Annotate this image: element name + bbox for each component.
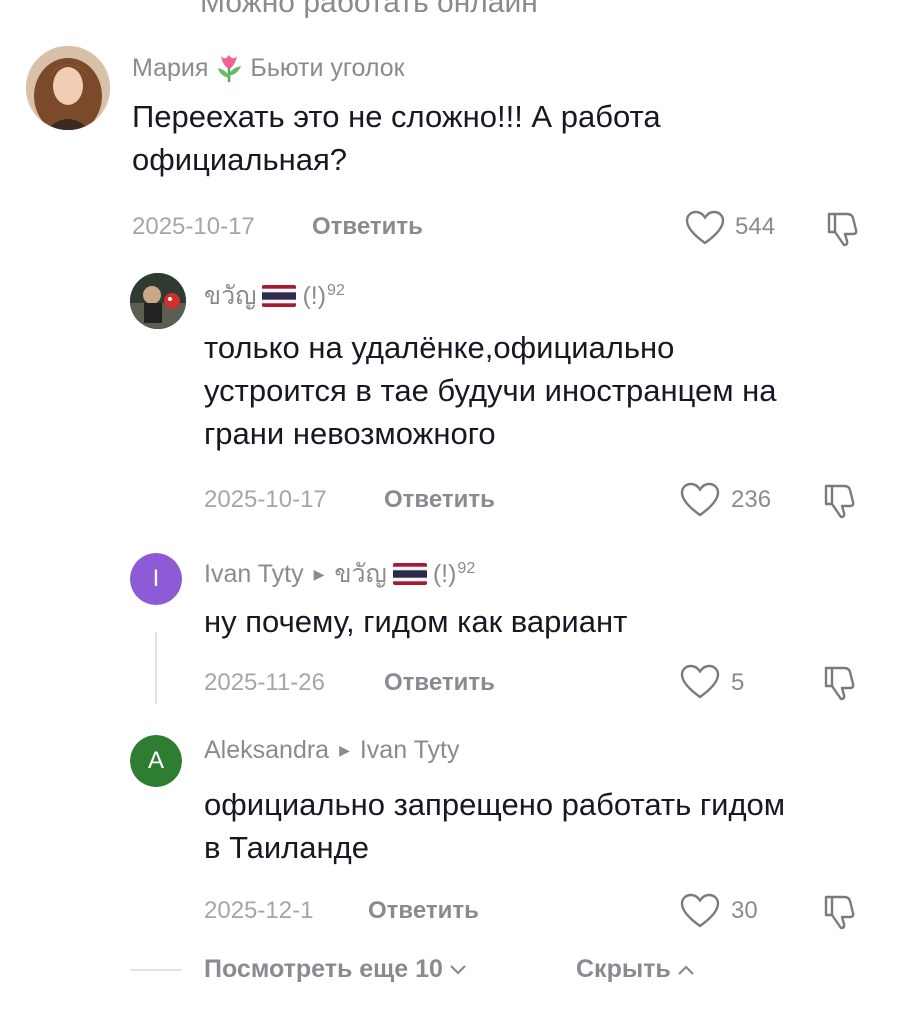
reply-to-username: ขวัญ [334,560,387,588]
tulip-icon [218,55,242,82]
dislike-icon[interactable] [822,891,860,931]
chevron-up-icon [678,964,694,975]
hide-label: Скрыть [576,955,671,983]
comment-username[interactable]: ขวัญ (!)92 [204,276,345,316]
reply-to-tail: (!)92 [433,560,475,589]
reply-arrow-icon: ▶ [313,565,325,582]
comment-date: 2025-11-26 [204,669,325,696]
hide-replies-button[interactable]: Скрыть [576,955,695,984]
avatar[interactable] [26,46,110,130]
comment-username[interactable]: Мария Бьюти уголок [132,52,405,84]
heart-icon[interactable] [685,210,725,246]
comment-text: ну почему, гидом как вариант [204,600,627,643]
comment-text-line: в Таиланде [204,830,369,865]
avatar-letter: I [130,553,182,605]
user-photo-icon [130,273,186,329]
comment-text-line: ну почему, гидом как вариант [204,604,628,639]
avatar[interactable]: A [130,735,182,787]
footer-divider [130,969,182,971]
avatar[interactable]: I [130,553,182,605]
reply-to-username: Ivan Tyty [359,736,460,764]
reply-to-tail-text: (!) [432,559,457,588]
heart-icon[interactable] [680,893,720,929]
chevron-down-icon [450,964,466,975]
comment-username[interactable]: Ivan Tyty ▶ ขวัญ (!)92 [204,554,475,594]
username-text: ขวัญ [204,282,257,310]
view-more-replies-button[interactable]: Посмотреть еще 10 [204,955,467,984]
like-count: 30 [731,897,758,924]
previous-comment-text: Можно работать онлайн [200,0,538,19]
comment-text-line: Переехать это не сложно!!! А работа [132,99,661,134]
username-sup: 92 [327,281,345,299]
reply-button[interactable]: Ответить [312,213,423,241]
comment-username[interactable]: Aleksandra ▶ Ivan Tyty [204,736,459,765]
comment-date: 2025-12-1 [204,897,314,924]
comment-text-line: официальная? [132,142,348,177]
comment-text-line: официально запрещено работать гидом [204,787,786,822]
comment-text-line: только на удалёнке,официально [204,330,675,365]
comment-text-line: устроится в тае будучи иностранцем на [204,373,777,408]
comment-date: 2025-10-17 [132,213,255,240]
thailand-flag-icon [392,563,427,585]
avatar-letter: A [130,735,182,787]
reply-button[interactable]: Ответить [384,486,495,514]
reply-button[interactable]: Ответить [368,897,479,925]
username-tail-text: (!) [302,281,327,310]
like-count: 544 [735,213,776,240]
comment-text-line: грани невозможного [204,416,496,451]
username-tail: (!)92 [302,282,344,311]
comment-text: Переехать это не сложно!!! А работа офиц… [132,95,661,181]
username-text: Aleksandra [204,736,330,764]
thailand-flag-icon [262,285,297,307]
like-count: 236 [731,486,772,513]
like-count: 5 [731,669,745,696]
heart-icon[interactable] [680,482,720,518]
view-more-label: Посмотреть еще 10 [204,955,443,983]
dislike-icon[interactable] [822,480,860,520]
reply-arrow-icon: ▶ [339,742,350,758]
heart-icon[interactable] [680,664,720,700]
username-text: Ivan Tyty [204,559,304,588]
username-text: Мария [132,53,209,82]
username-suffix: Бьюти уголок [250,53,405,82]
dislike-icon[interactable] [822,662,860,702]
comment-date: 2025-10-17 [204,486,327,513]
comment-text: только на удалёнке,официально устроится … [204,326,777,455]
comment-text: официально запрещено работать гидом в Та… [204,783,785,869]
user-photo-icon [26,46,110,130]
reply-to-sup: 92 [457,559,476,577]
reply-button[interactable]: Ответить [384,669,495,697]
thread-line [155,632,157,704]
dislike-icon[interactable] [825,208,863,248]
avatar[interactable] [130,273,186,329]
